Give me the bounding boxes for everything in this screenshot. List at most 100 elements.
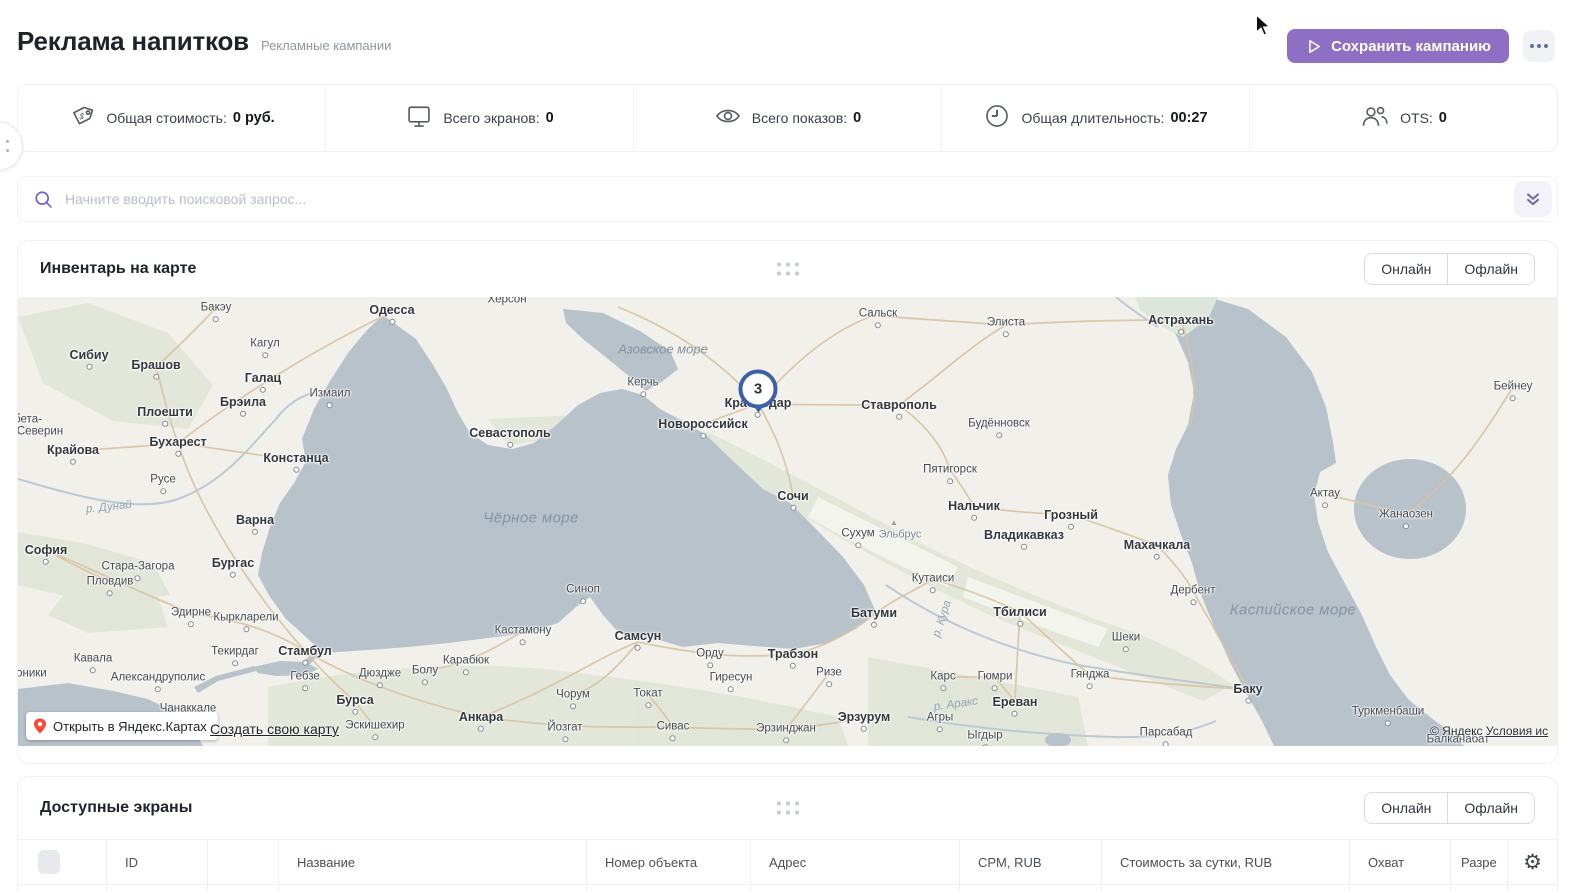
expand-filters-button[interactable] [1514, 181, 1552, 217]
map-place-label: Владикавказ [984, 529, 1064, 542]
map-place-label: Херсон [487, 297, 526, 306]
select-all-cell [18, 840, 106, 884]
map-place-label: Стамбул [278, 645, 331, 658]
map-place-label: Русе [150, 474, 175, 486]
save-campaign-label: Сохранить кампанию [1331, 38, 1491, 55]
create-own-map-link[interactable]: Создать свою карту [210, 721, 339, 737]
stat-value: 0 руб. [233, 110, 275, 126]
map-place-label: Будённовск [968, 418, 1030, 430]
open-in-yandex-maps-button[interactable]: Открыть в Яндекс.Картах [26, 712, 218, 740]
map-place-label: Баку [1233, 683, 1262, 696]
screens-table-header: ID Название Номер объекта Адрес CPM, RUB… [18, 839, 1557, 885]
map-place-label: Измаил [310, 388, 351, 400]
map-place-label: Северин [18, 426, 63, 438]
double-chevron-down-icon [1523, 189, 1543, 209]
map-place-label: Одесса [369, 304, 414, 317]
map-place-label: Токат [633, 688, 662, 700]
map-place-label: Ыгдыр [967, 730, 1002, 742]
map-place-label: Каспийское море [1230, 603, 1356, 618]
map-place-label: Брашов [131, 359, 180, 372]
more-actions-button[interactable] [1523, 30, 1555, 62]
map-place-label: Пятигорск [923, 464, 977, 476]
map-online-button[interactable]: Онлайн [1365, 254, 1447, 284]
open-in-yandex-maps-label: Открыть в Яндекс.Картах [53, 719, 207, 734]
map-place-label: Анкара [459, 711, 503, 724]
map-place-label: Гебзе [290, 671, 320, 683]
stat-label: Общая стоимость: [106, 110, 227, 126]
map-place-label: Гюмри [978, 671, 1013, 683]
map-place-label: Махачкала [1124, 539, 1190, 552]
six-dots-drag-icon[interactable] [777, 802, 799, 815]
map-place-label: Кутаиси [912, 573, 955, 585]
map-cluster-marker[interactable]: 3 [739, 370, 778, 409]
column-cpm: CPM, RUB [959, 840, 1101, 884]
map-place-label: Йозгат [547, 722, 582, 734]
map-place-label: Гянджа [1071, 669, 1110, 681]
map-place-label: Туркменбаши [1352, 706, 1424, 718]
map-place-label: Бухарест [149, 436, 206, 449]
title-wrap: Реклама напитков Рекламные кампании [17, 26, 391, 57]
map-online-offline-toggle: Онлайн Офлайн [1364, 253, 1535, 285]
map-place-label: Болу [412, 665, 438, 677]
screens-online-button[interactable]: Онлайн [1365, 793, 1447, 823]
map-place-label: Дербент [1170, 585, 1215, 597]
stat-label: Всего экранов: [443, 110, 539, 126]
map-place-label: Синоп [566, 584, 600, 596]
map-place-label: Тбилиси [993, 606, 1046, 619]
stat-value: 0 [1439, 110, 1447, 126]
map-place-label: Ереван [993, 696, 1038, 709]
map-place-label: Стара-Загора [102, 561, 175, 573]
map-place-label: Текирдаг [211, 646, 259, 658]
map-place-label: Сальск [859, 308, 897, 320]
map-place-label: Эльбрус [879, 530, 922, 541]
map-place-label: Александруполис [111, 672, 205, 684]
map-place-label: Самсун [615, 630, 662, 643]
inventory-map[interactable]: ХерсонБакэуОдессаСальскЭлистаАстраханьБе… [18, 297, 1557, 746]
map-place-label: Жанаозен [1379, 509, 1433, 521]
map-place-label: Бакэу [201, 302, 232, 314]
search-input[interactable] [65, 191, 1503, 207]
gear-icon[interactable]: ⚙ [1523, 852, 1542, 873]
map-place-label: Грозный [1044, 509, 1098, 522]
column-preview [207, 840, 278, 884]
map-terms-link[interactable]: Условия ис [1486, 724, 1548, 738]
monitor-icon [405, 102, 433, 135]
six-dots-drag-icon[interactable] [777, 263, 799, 276]
screens-table-row-stub [18, 885, 1557, 891]
stat-label: Всего показов: [752, 110, 847, 126]
map-place-label: Парсабад [1140, 727, 1193, 739]
map-place-label: Агры [927, 712, 954, 724]
map-place-label: Эдирне [171, 607, 211, 619]
yandex-pin-icon [31, 717, 49, 735]
map-place-label: Сибиу [69, 349, 108, 362]
screens-section: Доступные экраны Онлайн Офлайн ID Назван… [17, 776, 1558, 891]
map-place-label: Сухум [841, 528, 874, 540]
stat-label: Общая длительность: [1021, 110, 1164, 126]
map-place-label: Пловдив [87, 576, 134, 588]
column-id: ID [106, 840, 207, 884]
map-place-label: Сивас [657, 721, 690, 733]
clock-icon [983, 102, 1011, 135]
map-place-label: Бейнеу [1494, 381, 1533, 393]
map-place-label: Кыркларели [213, 612, 278, 624]
column-name: Название [278, 840, 586, 884]
search-bar [17, 176, 1558, 222]
map-place-label: бета- [18, 414, 42, 426]
select-all-checkbox[interactable] [38, 850, 60, 874]
map-place-label: Керчь [627, 377, 658, 389]
column-daily-cost: Стоимость за сутки, RUB [1101, 840, 1349, 884]
map-place-label: Азовское море [618, 343, 708, 356]
map-place-label: София [25, 544, 68, 557]
stat-total-cost: $ Общая стоимость: 0 руб. [18, 85, 325, 151]
map-offline-button[interactable]: Офлайн [1447, 254, 1534, 284]
map-place-label: Дюздже [359, 668, 401, 680]
map-attribution: © Яндекс Условия ис [1430, 724, 1548, 738]
stat-total-impressions: Всего показов: 0 [633, 85, 941, 151]
breadcrumb: Рекламные кампании [261, 38, 391, 53]
map-place-label: Ставрополь [861, 399, 937, 412]
screens-offline-button[interactable]: Офлайн [1447, 793, 1534, 823]
map-place-label: Брэила [220, 396, 266, 409]
column-address: Адрес [750, 840, 959, 884]
save-campaign-button[interactable]: Сохранить кампанию [1287, 29, 1509, 63]
stat-ots: OTS: 0 [1249, 85, 1557, 151]
